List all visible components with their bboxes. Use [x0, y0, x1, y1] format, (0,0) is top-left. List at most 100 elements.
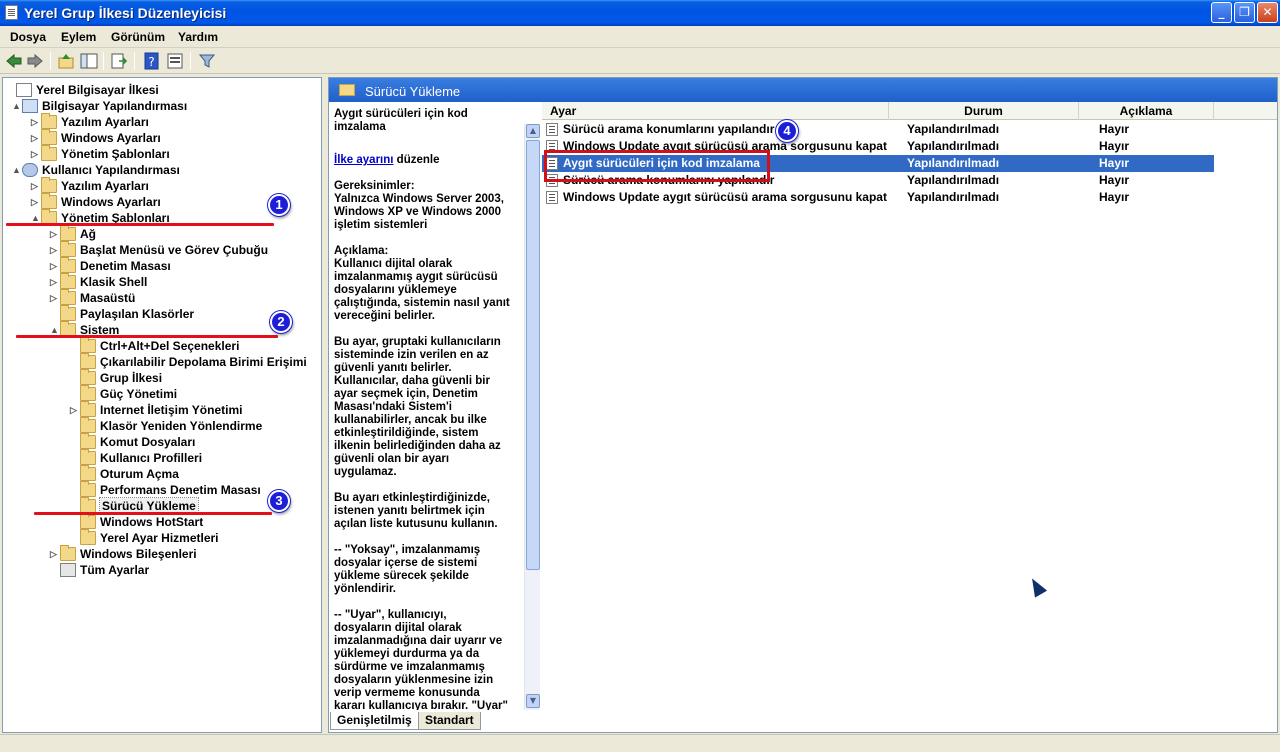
annotation-underline — [16, 335, 278, 338]
tree-item[interactable]: ▷ Yazılım Ayarları — [31, 113, 149, 130]
tree-item[interactable]: Kullanıcı Profilleri — [70, 449, 203, 466]
tree-item-label: Klasör Yeniden Yönlendirme — [100, 419, 263, 433]
tree-item[interactable]: Oturum Açma — [70, 465, 179, 482]
tree-item-label: Windows HotStart — [100, 515, 204, 529]
folder-icon — [60, 257, 76, 273]
tree-item[interactable]: Klasör Yeniden Yönlendirme — [70, 417, 263, 434]
expand-arrow-icon[interactable]: ▷ — [50, 242, 60, 258]
up-folder-icon[interactable] — [57, 52, 75, 70]
tree-item[interactable]: ▲ Kullanıcı Yapılandırması — [12, 162, 180, 178]
tree-item[interactable]: ▷ Klasik Shell — [50, 273, 148, 290]
properties-icon[interactable] — [166, 52, 184, 70]
column-header-comment[interactable]: Açıklama — [1079, 102, 1214, 120]
tree-item[interactable]: ▷ Internet İletişim Yönetimi — [70, 401, 243, 418]
description-scrollbar[interactable]: ▲ ▼ — [524, 124, 540, 710]
folder-icon — [41, 193, 57, 209]
export-list-icon[interactable] — [110, 52, 128, 70]
expand-arrow-icon[interactable]: ▷ — [31, 146, 41, 162]
folder-icon — [80, 369, 96, 385]
minimize-button[interactable]: _ — [1211, 2, 1232, 23]
tree-item-label: Çıkarılabilir Depolama Birimi Erişimi — [100, 355, 307, 369]
tree-item[interactable]: Ctrl+Alt+Del Seçenekleri — [70, 337, 239, 354]
help-icon[interactable]: ? — [143, 52, 161, 70]
expand-arrow-icon[interactable]: ▷ — [50, 546, 60, 562]
tree-item[interactable]: Yerel Ayar Hizmetleri — [70, 529, 219, 546]
tree-item[interactable]: ▷ Başlat Menüsü ve Görev Çubuğu — [50, 241, 268, 258]
tree-item[interactable]: ▷ Yönetim Şablonları — [31, 145, 170, 162]
tree-item[interactable]: Windows HotStart — [70, 513, 204, 530]
maximize-button[interactable]: ❐ — [1234, 2, 1255, 23]
expand-arrow-icon[interactable]: ▷ — [31, 194, 41, 210]
expand-arrow-icon[interactable]: ▷ — [50, 258, 60, 274]
show-hide-tree-icon[interactable] — [80, 52, 98, 70]
tree-item[interactable]: Güç Yönetimi — [70, 385, 177, 402]
folder-icon — [80, 465, 96, 481]
annotation-highlight-box — [544, 150, 770, 182]
tree-item[interactable]: ▷ Windows Ayarları — [31, 129, 161, 146]
annotation-badge: 1 — [268, 194, 290, 216]
tree-item[interactable]: ▷ Windows Ayarları — [31, 193, 161, 210]
setting-row[interactable]: Sürücü arama konumlarını yapılandır Yapıl… — [542, 121, 1214, 138]
computer-icon — [22, 99, 38, 113]
expand-arrow-icon[interactable]: ▲ — [12, 98, 22, 114]
folder-icon — [80, 337, 96, 353]
back-arrow-icon[interactable] — [5, 52, 23, 70]
tree-item[interactable]: Komut Dosyaları — [70, 433, 195, 450]
scroll-thumb[interactable] — [526, 140, 540, 570]
description-paragraph: Bu ayar, gruptaki kullanıcıların sistemi… — [334, 336, 501, 478]
tree-item[interactable]: ▲ Bilgisayar Yapılandırması — [12, 98, 187, 114]
menu-view[interactable]: Görünüm — [111, 30, 165, 44]
tab-extended[interactable]: Genişletilmiş — [330, 712, 419, 730]
expand-arrow-icon[interactable]: ▷ — [31, 130, 41, 146]
tree-item[interactable]: Yerel Bilgisayar İlkesi — [6, 82, 159, 98]
details-header-title: Sürücü Yükleme — [365, 84, 461, 99]
scroll-down-arrow-icon[interactable]: ▼ — [526, 694, 540, 708]
tree-item-label: Kullanıcı Profilleri — [100, 451, 203, 465]
folder-icon — [41, 177, 57, 193]
expand-arrow-icon[interactable]: ▷ — [50, 290, 60, 306]
setting-row[interactable]: Windows Update aygıt sürücüsü arama sorg… — [542, 189, 1214, 206]
tree-item-label: Windows Ayarları — [61, 195, 161, 209]
tree-item[interactable]: ▷ Windows Bileşenleri — [50, 545, 197, 562]
folder-icon — [80, 433, 96, 449]
tree-item[interactable]: Çıkarılabilir Depolama Birimi Erişimi — [70, 353, 307, 370]
tree-item-label: Internet İletişim Yönetimi — [100, 403, 243, 417]
tree-item[interactable]: Tüm Ayarlar — [50, 562, 149, 578]
edit-policy-link[interactable]: İlke ayarını — [334, 154, 393, 166]
toolbar-separator — [50, 52, 51, 70]
folder-icon — [80, 481, 96, 497]
tree-item[interactable]: ▷ Yazılım Ayarları — [31, 177, 149, 194]
tree-item[interactable]: ▷ Ağ — [50, 225, 96, 242]
tree-item[interactable]: ▷ Masaüstü — [50, 289, 136, 306]
tree-item-label: Masaüstü — [80, 291, 136, 305]
user-icon — [22, 163, 38, 177]
expand-arrow-icon[interactable]: ▷ — [50, 274, 60, 290]
expand-arrow-icon[interactable]: ▷ — [50, 226, 60, 242]
tab-standard[interactable]: Standart — [418, 712, 481, 730]
menu-file[interactable]: Dosya — [10, 30, 46, 44]
column-header-state[interactable]: Durum — [889, 102, 1079, 120]
requirements-text: Gereksinimler: Yalnızca Windows Server 2… — [334, 180, 504, 231]
forward-arrow-icon[interactable] — [26, 52, 44, 70]
tree-item[interactable]: Paylaşılan Klasörler — [50, 305, 194, 322]
tree-item[interactable]: ▷ Denetim Masası — [50, 257, 171, 274]
scroll-up-arrow-icon[interactable]: ▲ — [526, 124, 540, 138]
doc-icon — [16, 83, 32, 97]
close-button[interactable]: ✕ — [1257, 2, 1278, 23]
expand-arrow-icon[interactable]: ▷ — [31, 114, 41, 130]
gpedit-app-icon — [5, 5, 18, 20]
menu-help[interactable]: Yardım — [178, 30, 218, 44]
menu-action[interactable]: Eylem — [61, 30, 96, 44]
list-header: Ayar Durum Açıklama — [542, 102, 1277, 120]
expand-arrow-icon[interactable]: ▲ — [12, 162, 22, 178]
expand-arrow-icon[interactable]: ▷ — [31, 178, 41, 194]
filter-icon[interactable] — [198, 52, 216, 70]
tree-item-label: Klasik Shell — [80, 275, 148, 289]
expand-arrow-icon[interactable]: ▷ — [70, 402, 80, 418]
tree-item-label: Ağ — [80, 227, 96, 241]
tree-item[interactable]: Performans Denetim Masası — [70, 481, 261, 498]
tree-item[interactable]: Grup İlkesi — [70, 369, 162, 386]
setting-comment: Hayır — [1099, 156, 1130, 170]
description-pane: Aygıt sürücüleri için kod imzalama İlke … — [332, 104, 542, 710]
column-header-setting[interactable]: Ayar — [542, 102, 889, 120]
